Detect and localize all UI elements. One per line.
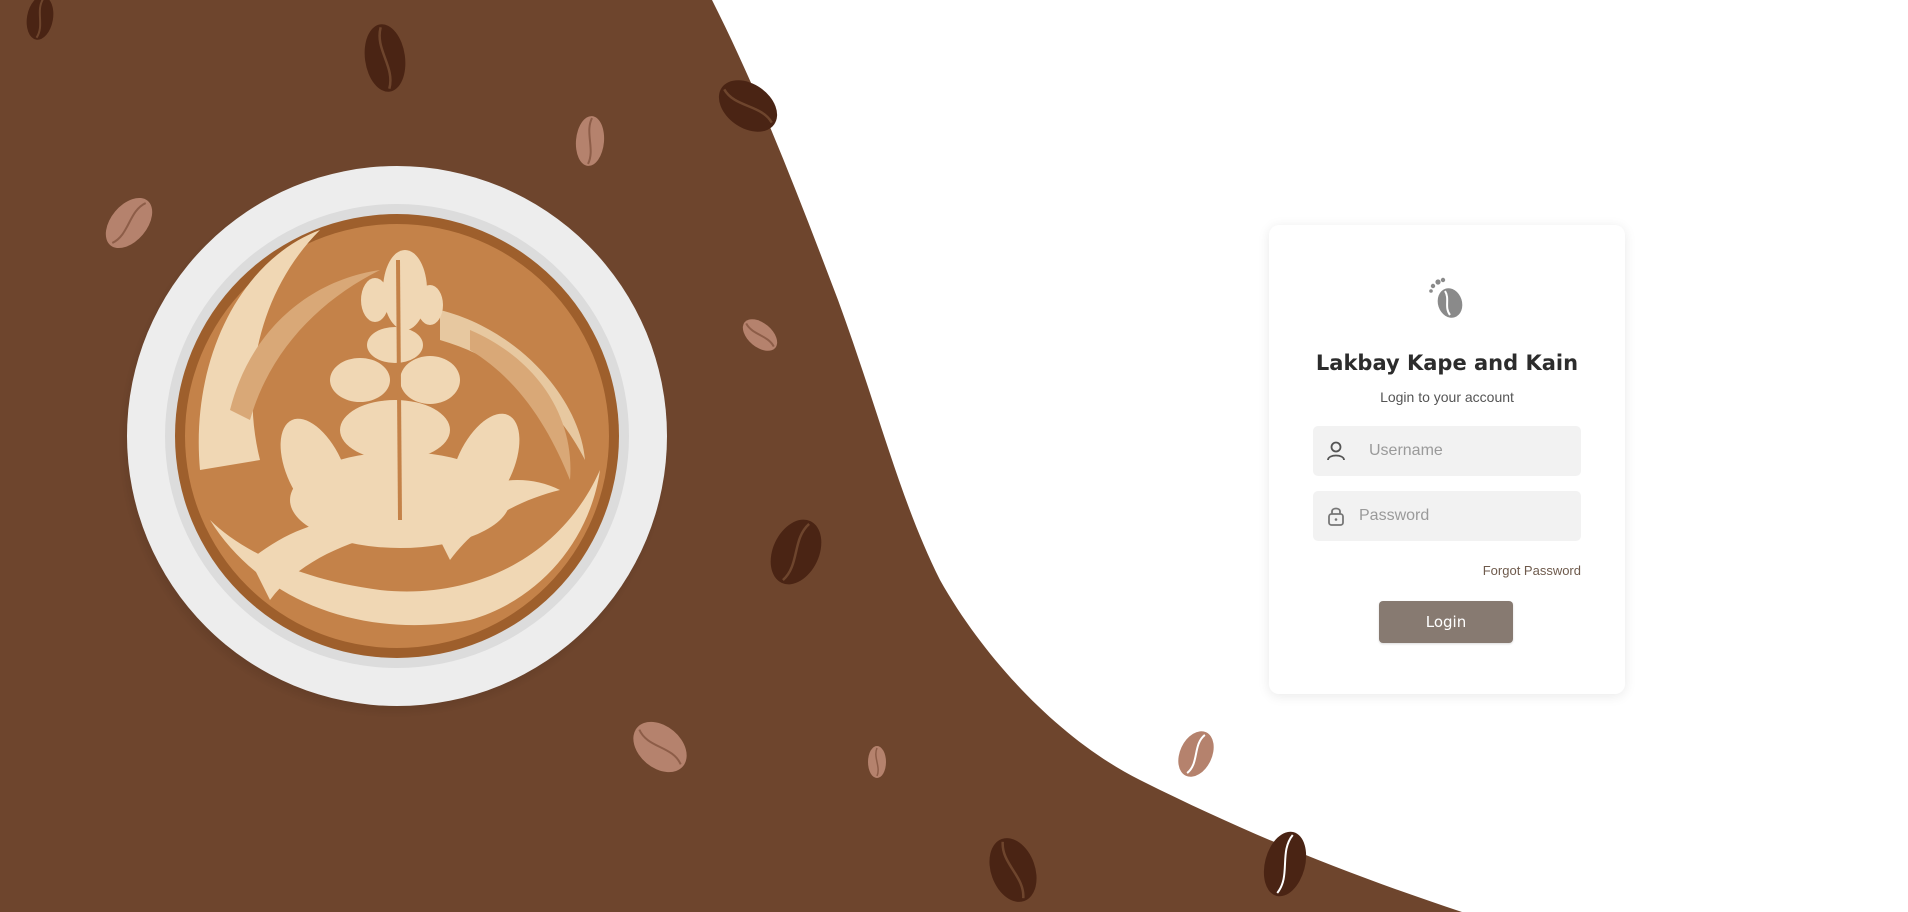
login-button[interactable]: Login [1379,601,1513,643]
app-title: Lakbay Kape and Kain [1315,351,1579,375]
coffee-bean-footprint-logo-icon [1429,277,1463,318]
lock-icon [1328,507,1344,526]
login-card: Lakbay Kape and Kain Login to your accou… [1269,225,1625,694]
password-field[interactable] [1313,491,1581,541]
forgot-password-link[interactable]: Forgot Password [1483,563,1581,578]
username-field[interactable] [1313,426,1581,476]
latte-cup-illustration [118,166,670,718]
password-input[interactable] [1359,491,1569,541]
user-icon [1327,441,1345,461]
login-subtitle: Login to your account [1380,389,1514,405]
username-input[interactable] [1369,426,1569,476]
